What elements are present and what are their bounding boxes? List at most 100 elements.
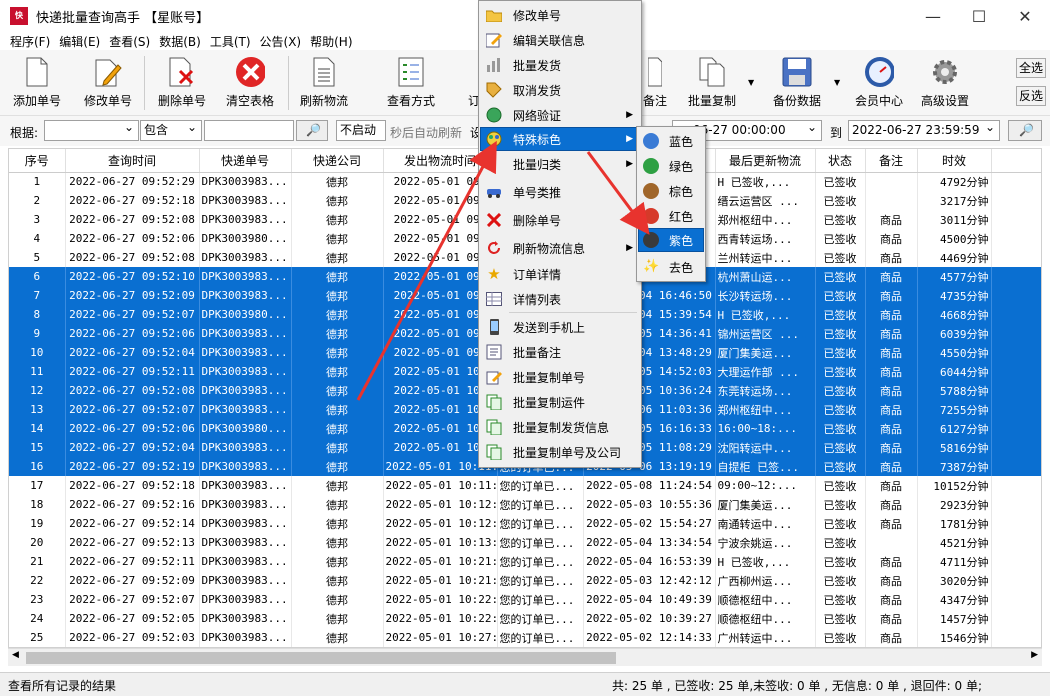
- menu-item-copy-ship-info[interactable]: 批量复制发货信息: [481, 416, 639, 438]
- menu-item-batch-classify[interactable]: 批量归类 ▶: [481, 153, 639, 175]
- table-cell-note: [865, 533, 918, 552]
- horizontal-scrollbar[interactable]: ◀ ▶: [8, 648, 1042, 666]
- submenu-arrow-icon: ▶: [626, 110, 633, 120]
- add-number-button[interactable]: 添加单号: [12, 54, 62, 112]
- edit-number-button[interactable]: 修改单号: [82, 54, 134, 112]
- delete-number-button[interactable]: 删除单号: [156, 54, 208, 112]
- menu-data[interactable]: 数据(B): [159, 33, 201, 50]
- menu-notice[interactable]: 公告(X): [260, 33, 302, 50]
- menu-item-refresh-logistics[interactable]: 刷新物流信息 ▶: [481, 237, 639, 259]
- table-row[interactable]: 22 2022-06-27 09:52:09 DPK3003983... 德邦 2022…: [9, 571, 1041, 590]
- menu-item-batch-ship[interactable]: 批量发货: [481, 54, 639, 76]
- table-cell-st: 已签收: [815, 343, 866, 362]
- menu-item-edit-related[interactable]: 编辑关联信息: [481, 29, 639, 51]
- checklist-icon: [396, 56, 426, 88]
- color-purple[interactable]: 紫色: [638, 228, 704, 252]
- table-cell-last: 厦门集美运...: [715, 343, 816, 362]
- scroll-right-icon[interactable]: ▶: [1031, 650, 1038, 660]
- col-header[interactable]: 最后更新物流: [715, 149, 816, 173]
- menu-item-copy-numbers[interactable]: 批量复制单号: [481, 366, 639, 388]
- filter-field-select[interactable]: [44, 118, 139, 141]
- date-to-picker[interactable]: 2022-06-27 23:59:59: [848, 118, 1000, 141]
- menu-item-network-verify[interactable]: 网络验证 ▶: [481, 104, 639, 126]
- backup-dropdown-arrow[interactable]: ▼: [834, 78, 840, 87]
- menu-item-order-detail[interactable]: ★ 订单详情: [481, 263, 639, 285]
- table-cell-st: 已签收: [815, 210, 866, 229]
- menu-item-send-to-phone[interactable]: 发送到手机上: [481, 316, 639, 338]
- view-mode-button[interactable]: 查看方式: [384, 54, 438, 112]
- maximize-button[interactable]: ☐: [956, 0, 1002, 32]
- menu-item-cancel-ship[interactable]: 取消发货: [481, 79, 639, 101]
- menu-item-edit-number[interactable]: 修改单号: [481, 4, 639, 26]
- backup-data-button[interactable]: 备份数据: [770, 54, 824, 112]
- copy-dropdown-arrow[interactable]: ▼: [748, 78, 754, 87]
- menu-tools[interactable]: 工具(T): [210, 33, 251, 50]
- color-clear[interactable]: ✨ 去色: [639, 256, 703, 278]
- filter-mode-select[interactable]: 包含: [140, 118, 202, 141]
- clear-table-button[interactable]: 清空表格: [224, 54, 276, 112]
- table-row[interactable]: 19 2022-06-27 09:52:14 DPK3003983... 德邦 2022…: [9, 514, 1041, 533]
- table-cell-n: 24: [9, 609, 66, 628]
- menu-item-delete-number[interactable]: 删除单号: [481, 209, 639, 231]
- advanced-settings-button[interactable]: 高级设置: [918, 54, 972, 112]
- table-cell-s: 2022-05-01 10:13:36: [383, 533, 498, 552]
- invert-selection-button[interactable]: 反选: [1016, 86, 1046, 106]
- note-button[interactable]: 备注: [640, 54, 670, 112]
- table-row[interactable]: 23 2022-06-27 09:52:07 DPK3003983... 德邦 2022…: [9, 590, 1041, 609]
- context-menu: 修改单号 编辑关联信息 批量发货 取消发货 网络验证 ▶ 特殊标色 ▶ 批量归类 ▶ …: [478, 0, 642, 468]
- col-header[interactable]: 备注: [865, 149, 918, 173]
- table-cell-q: 2022-06-27 09:52:06: [65, 324, 200, 343]
- scroll-left-icon[interactable]: ◀: [12, 650, 19, 660]
- menu-item-detail-list[interactable]: 详情列表: [481, 288, 639, 310]
- col-header[interactable]: 状态: [815, 149, 866, 173]
- table-row[interactable]: 20 2022-06-27 09:52:13 DPK3003983... 德邦 2022…: [9, 533, 1041, 552]
- table-cell-t: 7255分钟: [917, 400, 992, 419]
- close-button[interactable]: ✕: [1002, 0, 1048, 32]
- menu-item-special-color[interactable]: 特殊标色 ▶: [480, 127, 640, 151]
- table-row[interactable]: 18 2022-06-27 09:52:16 DPK3003983... 德邦 2022…: [9, 495, 1041, 514]
- menu-item-copy-number-company[interactable]: 批量复制单号及公司: [481, 441, 639, 463]
- table-cell-co: 德邦: [291, 305, 384, 324]
- col-header[interactable]: 查询时间: [65, 149, 200, 173]
- table-cell-co: 德邦: [291, 552, 384, 571]
- table-row[interactable]: 21 2022-06-27 09:52:11 DPK3003983... 德邦 2022…: [9, 552, 1041, 571]
- keyword-input[interactable]: [204, 120, 294, 141]
- menu-edit[interactable]: 编辑(E): [59, 33, 100, 50]
- table-cell-u: 2022-05-08 11:24:54: [583, 476, 716, 495]
- auto-refresh-toggle[interactable]: 不启动: [336, 120, 386, 141]
- col-header[interactable]: 序号: [9, 149, 66, 173]
- select-all-button[interactable]: 全选: [1016, 58, 1046, 78]
- table-cell-note: 商品: [865, 514, 918, 533]
- table-cell-co: 德邦: [291, 438, 384, 457]
- color-red[interactable]: 红色: [639, 205, 703, 227]
- toolbar-separator: [144, 56, 145, 110]
- menu-help[interactable]: 帮助(H): [310, 33, 352, 50]
- table-cell-q: 2022-06-27 09:52:04: [65, 343, 200, 362]
- menu-view[interactable]: 查看(S): [109, 33, 150, 50]
- table-row[interactable]: 17 2022-06-27 09:52:18 DPK3003983... 德邦 2022…: [9, 476, 1041, 495]
- color-green[interactable]: 绿色: [639, 155, 703, 177]
- menu-item-copy-shipments[interactable]: 批量复制运件: [481, 391, 639, 413]
- col-header[interactable]: 时效: [917, 149, 992, 173]
- color-brown[interactable]: 棕色: [639, 180, 703, 202]
- scroll-thumb[interactable]: [26, 652, 616, 664]
- color-blue[interactable]: 蓝色: [639, 130, 703, 152]
- menu-item-batch-note[interactable]: 批量备注: [481, 341, 639, 363]
- col-header[interactable]: 快递公司: [291, 149, 384, 173]
- table-cell-s: 2022-05-01 10:11:55: [383, 476, 498, 495]
- batch-copy-button[interactable]: 批量复制: [686, 54, 738, 112]
- menu-program[interactable]: 程序(F): [10, 33, 50, 50]
- refresh-logistics-button[interactable]: 刷新物流: [298, 54, 350, 112]
- date-search-button[interactable]: 🔎: [1008, 120, 1042, 141]
- col-header[interactable]: 快递单号: [199, 149, 292, 173]
- table-cell-last: 南通转运中...: [715, 514, 816, 533]
- table-cell-t: 3020分钟: [917, 571, 992, 590]
- member-center-button[interactable]: 会员中心: [852, 54, 906, 112]
- search-button[interactable]: 🔎: [296, 120, 328, 141]
- table-cell-t: 2923分钟: [917, 495, 992, 514]
- table-row[interactable]: 25 2022-06-27 09:52:03 DPK3003983... 德邦 2022…: [9, 628, 1041, 647]
- minimize-button[interactable]: —: [910, 0, 956, 32]
- menu-item-number-infer[interactable]: 单号类推: [481, 181, 639, 203]
- table-cell-no: DPK3003983...: [199, 381, 292, 400]
- table-row[interactable]: 24 2022-06-27 09:52:05 DPK3003983... 德邦 2022…: [9, 609, 1041, 628]
